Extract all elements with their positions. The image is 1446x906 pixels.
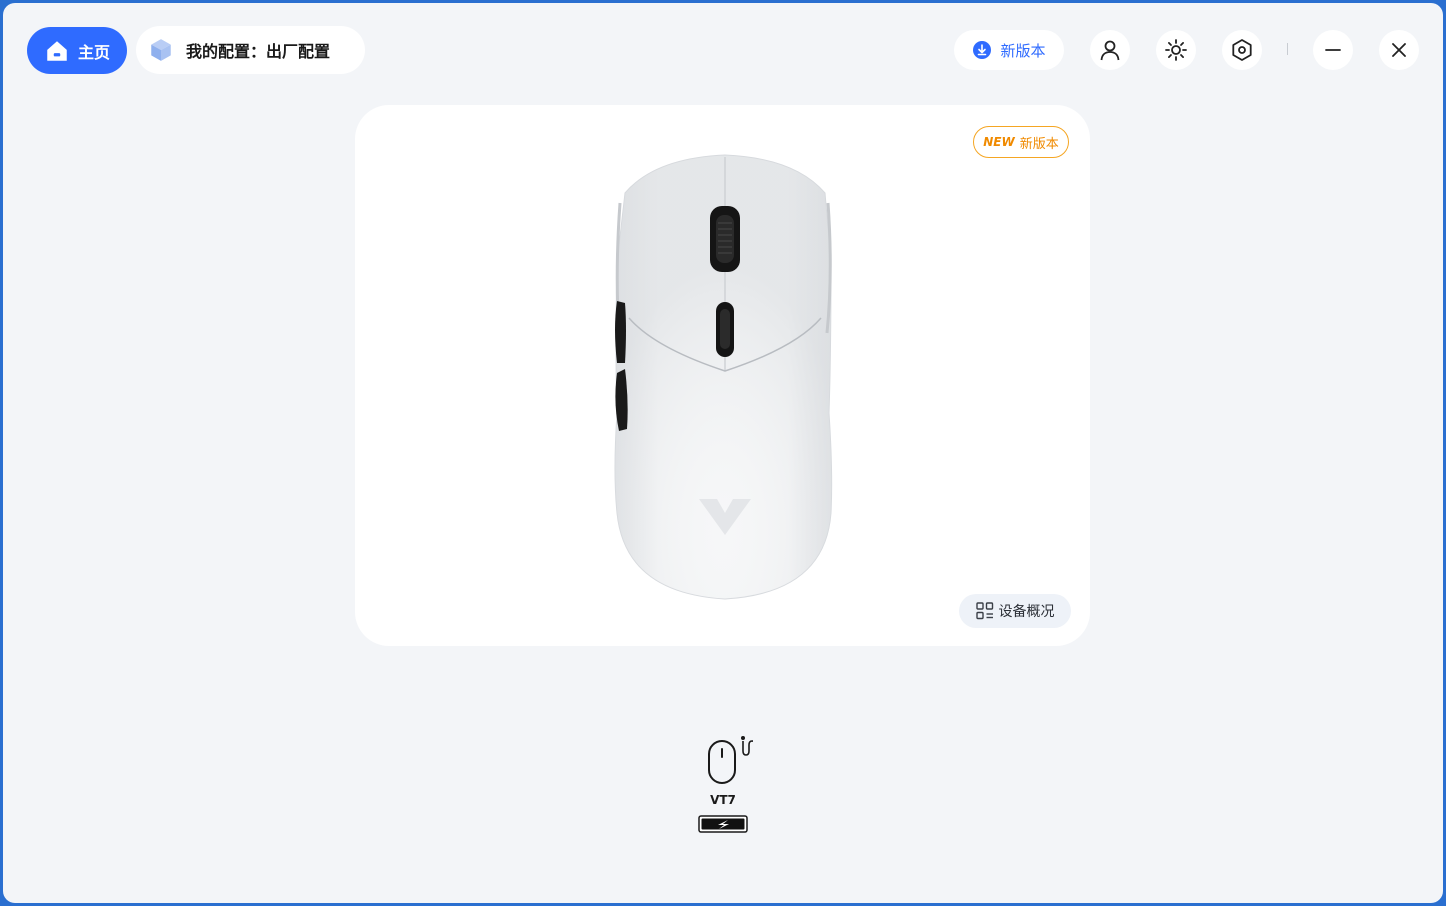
lighting-button[interactable] bbox=[1156, 30, 1196, 70]
grid-icon bbox=[975, 602, 993, 620]
close-button[interactable] bbox=[1379, 30, 1419, 70]
toolbar-divider bbox=[1287, 43, 1288, 55]
download-icon bbox=[973, 41, 992, 59]
home-icon bbox=[47, 40, 67, 61]
home-button[interactable]: 主页 bbox=[27, 27, 127, 74]
config-label: 我的配置：出厂配置 bbox=[186, 42, 331, 61]
app-window: 主页 我的配置：出厂配置 新版本 NEW 新版本 设备概况 VT7 bbox=[3, 3, 1443, 903]
update-button[interactable]: 新版本 bbox=[954, 30, 1064, 70]
home-label: 主页 bbox=[77, 42, 110, 62]
wired-mouse-icon bbox=[708, 736, 753, 784]
close-icon bbox=[1392, 43, 1406, 57]
mouse-image[interactable] bbox=[595, 153, 855, 605]
device-item[interactable]: VT7 bbox=[693, 735, 753, 835]
device-name: VT7 bbox=[710, 793, 736, 807]
minimize-icon bbox=[1325, 49, 1341, 51]
battery-charging-icon bbox=[698, 815, 748, 833]
settings-icon bbox=[1232, 39, 1252, 61]
config-selector[interactable]: 我的配置：出厂配置 bbox=[136, 26, 365, 74]
device-overview-button[interactable]: 设备概况 bbox=[959, 594, 1071, 628]
new-tag: NEW bbox=[983, 135, 1015, 149]
device-overview-label: 设备概况 bbox=[998, 604, 1055, 620]
new-version-badge[interactable]: NEW 新版本 bbox=[973, 126, 1069, 158]
new-version-label: 新版本 bbox=[1019, 136, 1059, 152]
settings-button[interactable] bbox=[1222, 30, 1262, 70]
user-icon bbox=[1100, 40, 1120, 61]
minimize-button[interactable] bbox=[1313, 30, 1353, 70]
update-label: 新版本 bbox=[1000, 41, 1046, 60]
device-card: NEW 新版本 设备概况 bbox=[355, 105, 1090, 646]
account-button[interactable] bbox=[1090, 30, 1130, 70]
cube-icon bbox=[151, 39, 171, 61]
lighting-icon bbox=[1165, 39, 1187, 61]
